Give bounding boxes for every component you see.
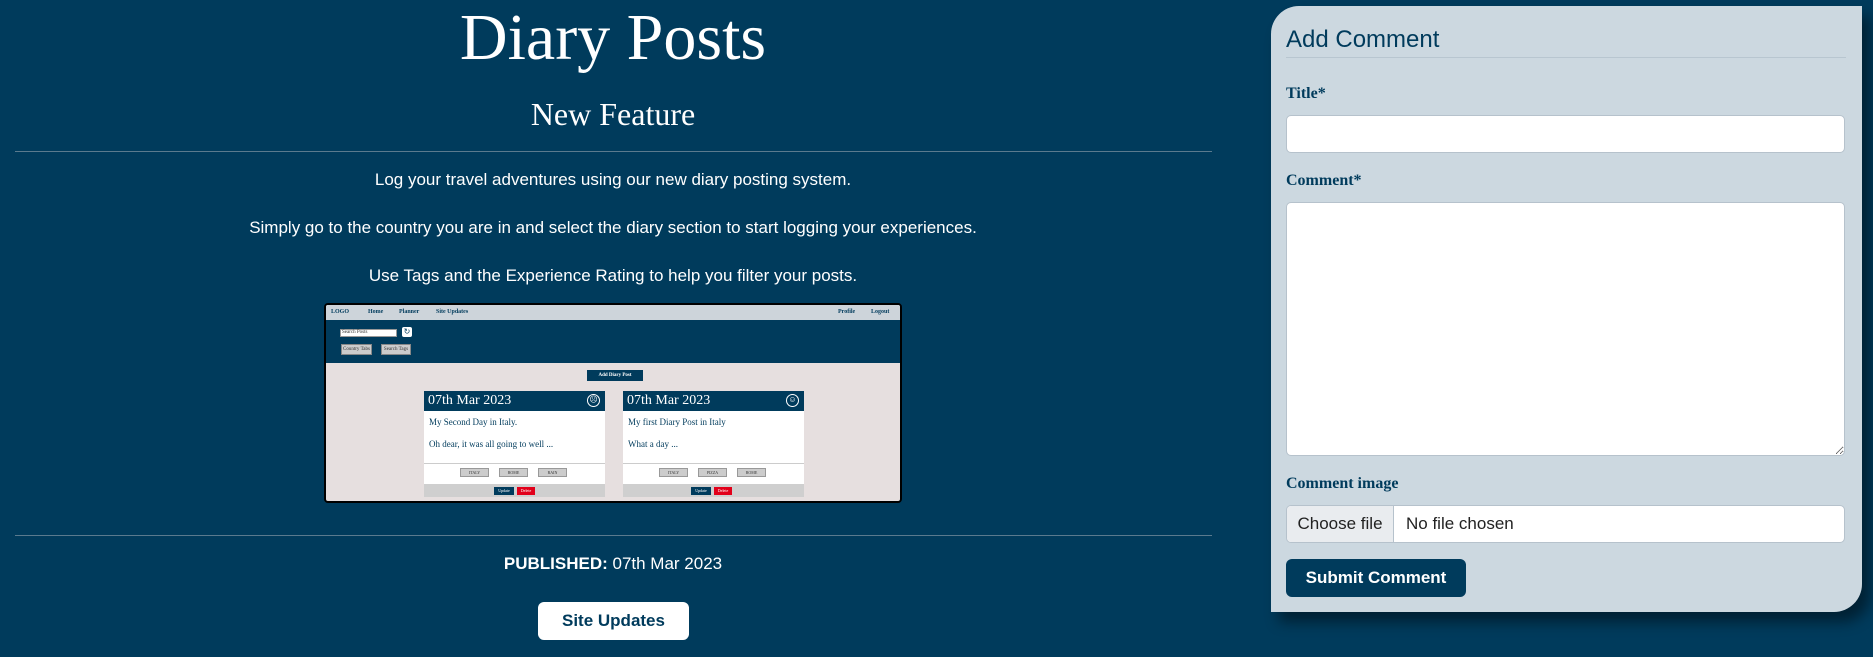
comment-image-label: Comment image [1286, 475, 1399, 492]
preview-nav-logout: Logout [871, 309, 890, 315]
title-label: Title* [1286, 85, 1326, 102]
post-paragraph: Log your travel adventures using our new… [374, 170, 852, 189]
preview-nav-home: Home [368, 309, 384, 315]
preview-tag: RAIN [538, 468, 567, 477]
preview-card-footer: Update Delete [424, 484, 605, 497]
preview-card-tags: ITALY PIZZA ROME [623, 463, 804, 477]
preview-card-excerpt: What a day ... [628, 439, 678, 449]
preview-card-date: 07th Mar 2023 [627, 393, 711, 408]
choose-file-button[interactable]: Choose file [1287, 506, 1394, 542]
preview-update: Update [691, 487, 711, 495]
preview-tag: PIZZA [698, 468, 727, 477]
preview-card-title: My Second Day in Italy. [429, 417, 518, 427]
preview-tag: ROME [737, 468, 766, 477]
divider [15, 151, 1212, 152]
preview-search: Search Posts [340, 329, 397, 337]
preview-card-footer: Update Delete [623, 484, 804, 497]
preview-tag: ROME [499, 468, 528, 477]
preview-update: Update [494, 487, 514, 495]
published-date: 07th Mar 2023 [612, 554, 723, 573]
preview-navbar: LOGO Home Planner Site Updates Profile L… [326, 305, 900, 320]
preview-card-title: My first Diary Post in Italy [628, 417, 726, 427]
sad-face-icon: ☹ [587, 394, 600, 407]
preview-card-tags: ITALY ROME RAIN [424, 463, 605, 477]
refresh-icon: ↻ [402, 327, 412, 337]
preview-card: 07th Mar 2023 ☹ My Second Day in Italy. … [424, 391, 605, 497]
preview-tag: ITALY [659, 468, 688, 477]
file-status: No file chosen [1406, 514, 1514, 533]
post-paragraph: Simply go to the country you are in and … [249, 218, 977, 237]
published-label: PUBLISHED: [503, 554, 608, 573]
preview-card: 07th Mar 2023 ☺ My first Diary Post in I… [623, 391, 804, 497]
page-title: Diary Posts [459, 1, 767, 74]
preview-tag: ITALY [460, 468, 489, 477]
preview-nav-site-updates: Site Updates [436, 309, 469, 315]
preview-card-excerpt: Oh dear, it was all going to well ... [429, 439, 554, 449]
post-paragraph: Use Tags and the Experience Rating to he… [368, 266, 858, 285]
comment-label: Comment* [1286, 172, 1362, 189]
preview-delete: Delete [517, 487, 535, 495]
preview-logo: LOGO [331, 309, 350, 315]
preview-card-date: 07th Mar 2023 [428, 393, 512, 408]
comment-textarea[interactable] [1286, 202, 1845, 456]
post-title: New Feature [530, 96, 696, 132]
submit-comment-button[interactable]: Submit Comment [1286, 559, 1466, 597]
preview-nav-planner: Planner [399, 309, 420, 315]
preview-header: Search Posts ↻ Country Tabs Search Tags [326, 320, 900, 363]
happy-face-icon: ☺ [786, 394, 799, 407]
add-comment-panel: Add Comment Title* Comment* Comment imag… [1271, 6, 1862, 612]
site-updates-button[interactable]: Site Updates [538, 602, 689, 640]
preview-country-tabs: Country Tabs [341, 344, 372, 355]
title-input[interactable] [1286, 115, 1845, 153]
preview-search-tags: Search Tags [381, 344, 411, 355]
published-line: PUBLISHED: 07th Mar 2023 [0, 553, 1226, 575]
preview-add-diary-post: Add Diary Post [587, 370, 643, 381]
comment-image-input[interactable]: Choose file No file chosen [1286, 505, 1845, 543]
comment-panel-heading: Add Comment [1286, 26, 1440, 53]
diary-post-main: Diary Posts New Feature Log your travel … [0, 0, 1226, 657]
preview-delete: Delete [714, 487, 732, 495]
divider [1286, 57, 1846, 58]
post-screenshot-image: LOGO Home Planner Site Updates Profile L… [324, 303, 902, 503]
divider [15, 535, 1212, 536]
preview-nav-profile: Profile [838, 309, 856, 315]
